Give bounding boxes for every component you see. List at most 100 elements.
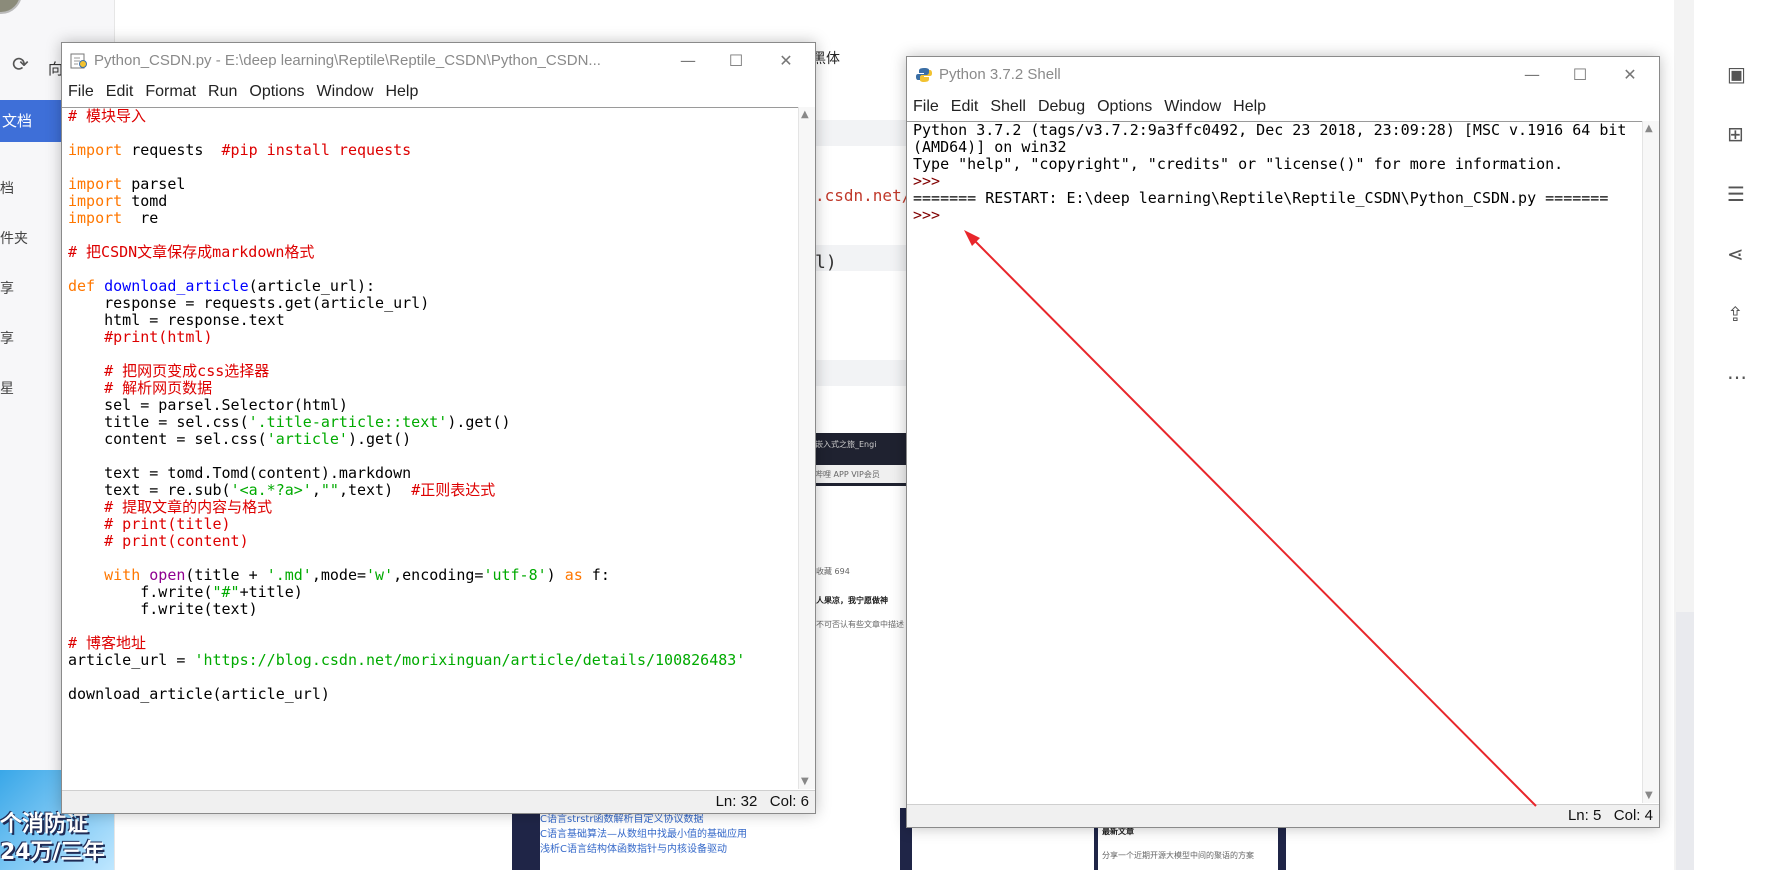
code-token: # 模块导入 bbox=[68, 107, 147, 125]
code-line: with open(title + '.md',mode='w',encodin… bbox=[68, 567, 804, 584]
minimize-icon[interactable]: — bbox=[1509, 61, 1555, 89]
menu-edit[interactable]: Edit bbox=[945, 94, 985, 120]
code-line: text = tomd.Tomd(content).markdown bbox=[68, 465, 804, 482]
idle-editor-window: Python_CSDN.py - E:\deep learning\Reptil… bbox=[61, 42, 816, 814]
maximize-icon[interactable]: ☐ bbox=[1557, 61, 1603, 89]
code-line: import requests #pip install requests bbox=[68, 142, 804, 159]
code-token: +title) bbox=[239, 583, 303, 601]
article-link[interactable]: 浅析C语言结构体函数指针与内核设备驱动 bbox=[540, 840, 727, 855]
sidebar-item[interactable]: 件夹 bbox=[0, 228, 28, 248]
menu-window[interactable]: Window bbox=[1158, 94, 1227, 120]
sidebar-item[interactable]: 星 bbox=[0, 378, 14, 398]
code-line: # 解析网页数据 bbox=[68, 380, 804, 397]
add-block-icon[interactable]: ⊞ bbox=[1727, 122, 1744, 146]
cursor-position: Ln: 32 Col: 6 bbox=[715, 793, 809, 810]
code-token: tomd bbox=[122, 192, 168, 210]
code-line: f.write("#"+title) bbox=[68, 584, 804, 601]
background-scrollbar[interactable] bbox=[1676, 612, 1694, 870]
vertical-scrollbar[interactable]: ▲ ▼ bbox=[798, 107, 815, 789]
menu-file[interactable]: File bbox=[62, 79, 100, 105]
code-token: #正则表达式 bbox=[411, 481, 496, 499]
embedded-screenshot-tabbar: 嵌入式之旅_Engi bbox=[812, 433, 908, 465]
vertical-scrollbar[interactable]: ▲ ▼ bbox=[1642, 121, 1659, 803]
menu-help[interactable]: Help bbox=[1227, 94, 1272, 120]
code-token: #print(html) bbox=[68, 328, 213, 346]
shell-output-line: ======= RESTART: E:\deep learning\Reptil… bbox=[913, 189, 1609, 207]
shell-prompt: >>> bbox=[913, 206, 950, 224]
scroll-up-icon[interactable]: ▲ bbox=[1645, 123, 1653, 134]
sidebar-item[interactable]: 享 bbox=[0, 328, 14, 348]
menu-options[interactable]: Options bbox=[243, 79, 310, 105]
menu-debug[interactable]: Debug bbox=[1032, 94, 1091, 120]
embedded-text: 嵌入式之旅_Engi bbox=[815, 440, 877, 449]
title-bar[interactable]: Python 3.7.2 Shell — ☐ ✕ bbox=[907, 57, 1659, 93]
card-text: 分享一个近期开源大模型中间的聚语的方案 bbox=[1102, 851, 1254, 860]
menu-run[interactable]: Run bbox=[202, 79, 243, 105]
code-token: f.write(text) bbox=[68, 600, 258, 618]
code-token: 'utf-8' bbox=[483, 566, 547, 584]
refresh-icon[interactable]: ⟳ bbox=[12, 52, 29, 76]
sidebar-item[interactable]: 档 bbox=[0, 178, 14, 198]
minimize-icon[interactable]: — bbox=[665, 47, 711, 75]
font-select[interactable]: 黑体 bbox=[812, 48, 840, 68]
menu-shell[interactable]: Shell bbox=[984, 94, 1032, 120]
menu-format[interactable]: Format bbox=[139, 79, 202, 105]
embedded-text: 收藏 694 bbox=[816, 567, 850, 576]
menu-help[interactable]: Help bbox=[379, 79, 424, 105]
close-icon[interactable]: ✕ bbox=[1607, 61, 1653, 89]
menu-options[interactable]: Options bbox=[1091, 94, 1158, 120]
article-link[interactable]: C语言基础算法—从数组中找最小值的基础应用 bbox=[540, 825, 747, 840]
code-token: (title + bbox=[185, 566, 267, 584]
sidebar-item-documents[interactable]: 文档 bbox=[0, 100, 62, 142]
code-token: download_article bbox=[104, 277, 249, 295]
code-token: '<a.*?a>' bbox=[230, 481, 312, 499]
code-editor[interactable]: # 模块导入 import requests #pip install reque… bbox=[62, 107, 804, 790]
menu-bar: File Edit Shell Debug Options Window Help bbox=[907, 94, 1659, 120]
code-token: # print(content) bbox=[68, 532, 249, 550]
code-line: # 把CSDN文章保存成markdown格式 bbox=[68, 244, 804, 261]
code-token: ).get() bbox=[347, 430, 412, 448]
scroll-down-icon[interactable]: ▼ bbox=[801, 776, 809, 787]
code-token: title = sel.css( bbox=[68, 413, 249, 431]
shell-prompt: >>> bbox=[913, 172, 941, 190]
scroll-up-icon[interactable]: ▲ bbox=[801, 109, 809, 120]
shell-output[interactable]: Python 3.7.2 (tags/v3.7.2:9a3ffc0492, De… bbox=[907, 121, 1649, 804]
code-token: # 把网页变成css选择器 bbox=[68, 362, 270, 380]
more-icon[interactable]: … bbox=[1727, 360, 1747, 384]
share-icon[interactable]: ⋖ bbox=[1727, 242, 1744, 266]
embedded-text: 哔哩 APP VIP会员 bbox=[815, 470, 880, 479]
window-title: Python_CSDN.py - E:\deep learning\Reptil… bbox=[94, 52, 601, 69]
scroll-down-icon[interactable]: ▼ bbox=[1645, 790, 1653, 801]
document-icon[interactable]: ☰ bbox=[1727, 182, 1745, 206]
maximize-icon[interactable]: ☐ bbox=[713, 47, 759, 75]
code-line: f.write(text) bbox=[68, 601, 804, 618]
export-icon[interactable]: ⇪ bbox=[1727, 302, 1744, 326]
close-icon[interactable]: ✕ bbox=[763, 47, 809, 75]
code-token: as bbox=[564, 566, 583, 584]
title-bar[interactable]: Python_CSDN.py - E:\deep learning\Reptil… bbox=[62, 43, 815, 79]
sidebar-item[interactable]: 享 bbox=[0, 278, 14, 298]
code-line: import re bbox=[68, 210, 804, 227]
menu-edit[interactable]: Edit bbox=[100, 79, 140, 105]
avatar[interactable] bbox=[0, 0, 22, 14]
code-token: ,encoding= bbox=[393, 566, 484, 584]
shell-output-line: Type "help", "copyright", "credits" or "… bbox=[913, 155, 1564, 173]
shell-output-line: Python 3.7.2 (tags/v3.7.2:9a3ffc0492, De… bbox=[913, 121, 1627, 139]
text-format-icon[interactable]: ▣ bbox=[1727, 62, 1746, 86]
menu-window[interactable]: Window bbox=[311, 79, 380, 105]
code-line: # 把网页变成css选择器 bbox=[68, 363, 804, 380]
code-token: # 博客地址 bbox=[68, 634, 147, 652]
code-token: import bbox=[68, 141, 123, 159]
menu-file[interactable]: File bbox=[907, 94, 945, 120]
code-token: f: bbox=[582, 566, 610, 584]
code-token: article_url = bbox=[68, 651, 195, 669]
code-token: import bbox=[68, 209, 123, 227]
